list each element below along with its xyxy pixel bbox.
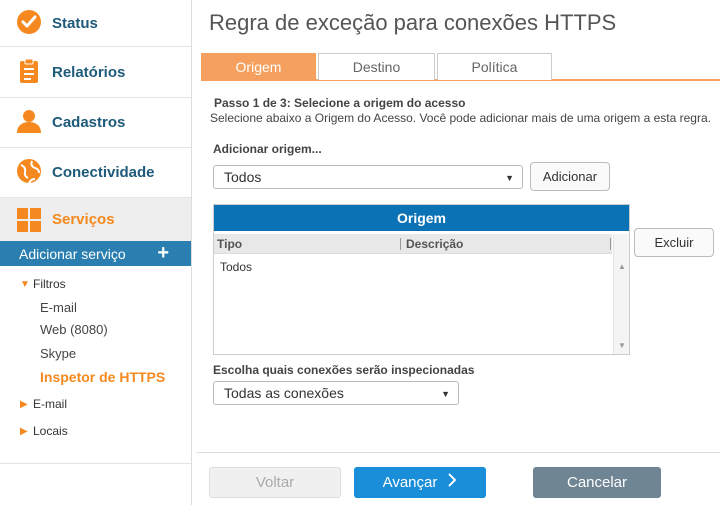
nav-item-cadastros[interactable]: Cadastros bbox=[0, 99, 191, 145]
tree-node-email[interactable]: ▶ E-mail bbox=[20, 397, 67, 411]
tree-node-label: Filtros bbox=[33, 277, 66, 291]
grid-column-header: Tipo Descrição bbox=[214, 234, 612, 254]
origin-grid: Origem Tipo Descrição Todos ▲ ▼ bbox=[213, 204, 630, 355]
tree-node-filtros[interactable]: ▼ Filtros bbox=[20, 277, 66, 291]
grid-icon bbox=[15, 206, 43, 234]
tab-origem[interactable]: Origem bbox=[201, 53, 316, 80]
column-divider[interactable] bbox=[400, 238, 401, 250]
step-title: Passo 1 de 3: Selecione a origem do aces… bbox=[214, 96, 466, 110]
main-panel: Regra de exceção para conexões HTTPS Ori… bbox=[196, 0, 720, 505]
grid-cell-tipo[interactable]: Todos bbox=[220, 260, 252, 274]
sidebar: Status Relatórios Cadastros Conectividad… bbox=[0, 0, 192, 505]
nav-item-conectividade[interactable]: Conectividade bbox=[0, 149, 191, 195]
dropdown-caret-icon: ▼ bbox=[505, 173, 514, 183]
chevron-right-icon bbox=[447, 473, 457, 492]
caret-right-icon: ▶ bbox=[20, 398, 28, 410]
add-origin-label: Adicionar origem... bbox=[213, 142, 322, 156]
tree-node-label: E-mail bbox=[33, 397, 68, 411]
scroll-down-icon[interactable]: ▼ bbox=[618, 341, 626, 350]
footer-divider bbox=[196, 452, 720, 453]
nav-item-servicos[interactable]: Serviços bbox=[0, 198, 191, 241]
add-service-label: Adicionar serviço bbox=[19, 245, 126, 262]
nav-item-relatorios[interactable]: Relatórios bbox=[0, 49, 191, 95]
divider bbox=[0, 463, 191, 464]
nav-label-servicos: Serviços bbox=[52, 211, 115, 228]
cancel-button[interactable]: Cancelar bbox=[533, 467, 661, 498]
nav-item-status[interactable]: Status bbox=[0, 0, 191, 46]
back-button[interactable]: Voltar bbox=[209, 467, 341, 498]
clipboard-icon bbox=[15, 57, 43, 85]
caret-down-icon: ▼ bbox=[20, 278, 30, 290]
dropdown-caret-icon: ▼ bbox=[441, 389, 450, 399]
add-service-button[interactable]: Adicionar serviço + bbox=[0, 241, 191, 266]
next-button-label: Avançar bbox=[382, 474, 438, 491]
connections-select-value: Todas as conexões bbox=[224, 385, 344, 401]
column-header-tipo[interactable]: Tipo bbox=[217, 237, 242, 251]
tree-leaf-web[interactable]: Web (8080) bbox=[40, 322, 108, 337]
origin-select[interactable]: Todos ▼ bbox=[213, 165, 523, 189]
tree-node-locais[interactable]: ▶ Locais bbox=[20, 424, 68, 438]
scroll-up-icon[interactable]: ▲ bbox=[618, 262, 626, 271]
tree-leaf-inspetor-https[interactable]: Inspetor de HTTPS bbox=[40, 369, 165, 385]
nav-label-status: Status bbox=[52, 14, 98, 32]
delete-button[interactable]: Excluir bbox=[634, 228, 714, 257]
tree-node-label: Locais bbox=[33, 424, 68, 438]
nav-label-cadastros: Cadastros bbox=[52, 113, 126, 131]
page-title: Regra de exceção para conexões HTTPS bbox=[209, 10, 617, 35]
column-divider[interactable] bbox=[610, 238, 611, 250]
grid-scrollbar[interactable]: ▲ ▼ bbox=[613, 234, 629, 354]
tab-bar: Origem Destino Política bbox=[201, 53, 720, 81]
tree-leaf-skype[interactable]: Skype bbox=[40, 346, 76, 361]
origin-select-value: Todos bbox=[224, 169, 262, 185]
tab-destino[interactable]: Destino bbox=[318, 53, 435, 80]
plus-icon: + bbox=[157, 242, 169, 264]
divider bbox=[0, 147, 191, 148]
divider bbox=[0, 46, 191, 47]
connections-select[interactable]: Todas as conexões ▼ bbox=[213, 381, 459, 405]
caret-right-icon: ▶ bbox=[20, 425, 28, 437]
tab-politica[interactable]: Política bbox=[437, 53, 552, 80]
column-header-descricao[interactable]: Descrição bbox=[406, 237, 463, 251]
add-origin-button[interactable]: Adicionar bbox=[530, 162, 610, 191]
step-description: Selecione abaixo a Origem do Acesso. Voc… bbox=[210, 111, 711, 125]
divider bbox=[0, 97, 191, 98]
next-button[interactable]: Avançar bbox=[354, 467, 486, 498]
check-circle-icon bbox=[15, 8, 43, 36]
tree-leaf-email[interactable]: E-mail bbox=[40, 300, 77, 315]
nav-label-conectividade: Conectividade bbox=[52, 163, 155, 181]
grid-title: Origem bbox=[214, 205, 629, 231]
connections-label: Escolha quais conexões serão inspecionad… bbox=[213, 363, 475, 377]
globe-icon bbox=[15, 157, 43, 185]
user-icon bbox=[15, 107, 43, 135]
nav-label-relatorios: Relatórios bbox=[52, 63, 126, 81]
